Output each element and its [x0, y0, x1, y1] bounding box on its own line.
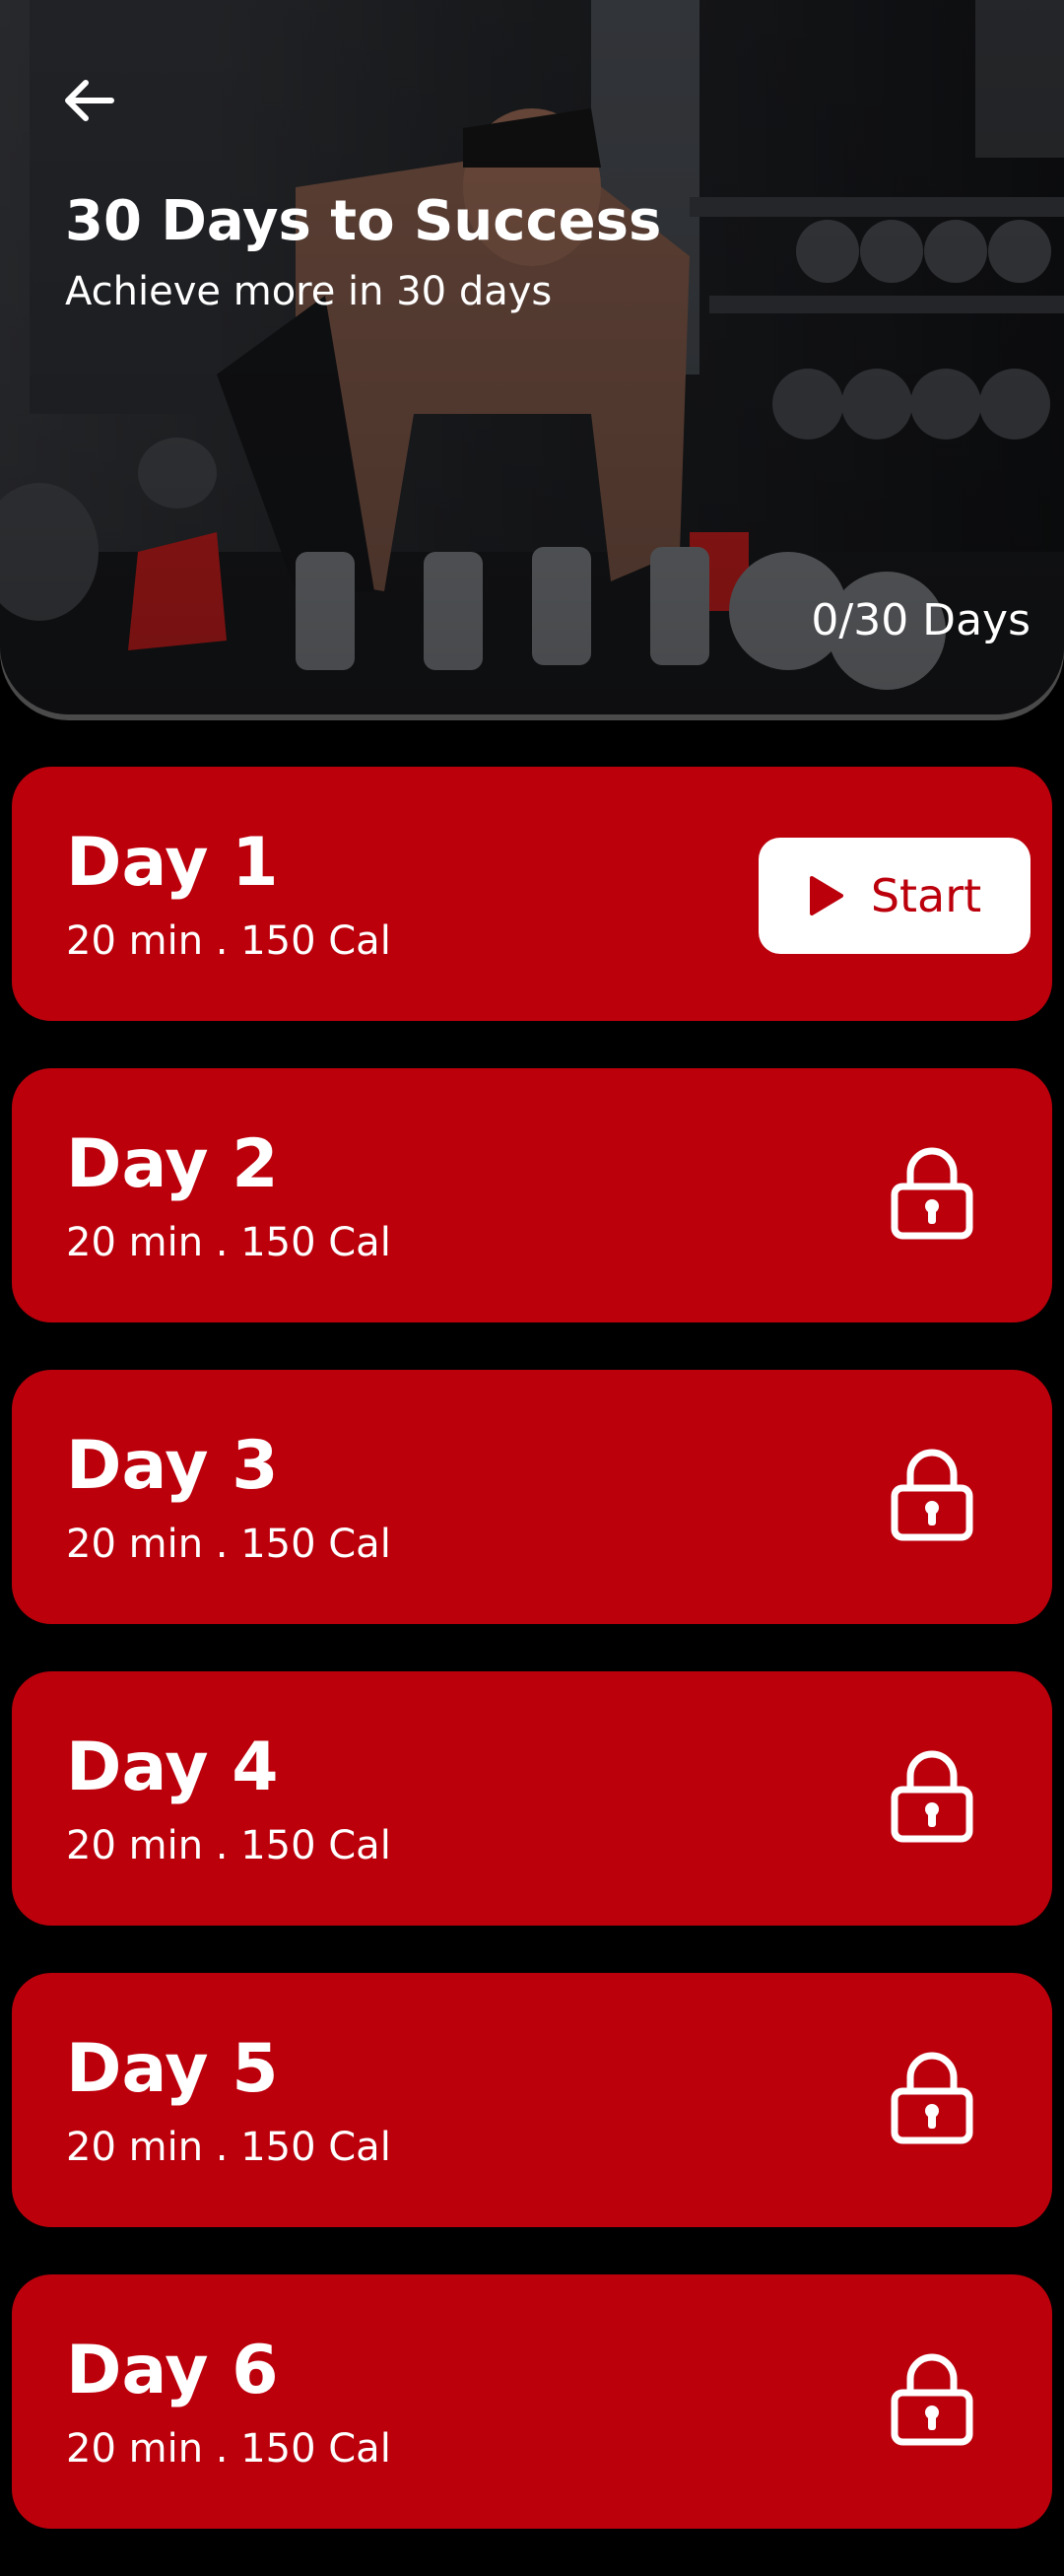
day-card-4[interactable]: Day 4 20 min . 150 Cal [12, 1671, 1052, 1926]
start-button-label: Start [870, 869, 982, 922]
day-meta: 20 min . 150 Cal [66, 1220, 391, 1265]
day-card-1[interactable]: Day 1 20 min . 150 Cal Start [12, 767, 1052, 1021]
day-card-5[interactable]: Day 5 20 min . 150 Cal [12, 1973, 1052, 2227]
play-icon [809, 876, 843, 915]
page-title: 30 Days to Success [65, 189, 662, 253]
day-meta: 20 min . 150 Cal [66, 2125, 391, 2170]
lock-icon [891, 2052, 973, 2144]
lock-icon [891, 1147, 973, 1240]
progress-counter: 0/30 Days [811, 595, 1031, 645]
arrow-left-icon [65, 80, 114, 121]
hero-header: 30 Days to Success Achieve more in 30 da… [0, 0, 1064, 714]
day-title: Day 4 [66, 1729, 279, 1806]
day-title: Day 5 [66, 2030, 279, 2108]
lock-icon [891, 1750, 973, 1843]
day-meta: 20 min . 150 Cal [66, 918, 391, 964]
lock-icon [891, 2353, 973, 2446]
lock-icon [891, 1449, 973, 1541]
day-title: Day 2 [66, 1125, 279, 1203]
day-card-3[interactable]: Day 3 20 min . 150 Cal [12, 1370, 1052, 1624]
day-title: Day 3 [66, 1427, 279, 1505]
day-card-6[interactable]: Day 6 20 min . 150 Cal [12, 2274, 1052, 2529]
day-meta: 20 min . 150 Cal [66, 1522, 391, 1567]
day-list: Day 1 20 min . 150 Cal Start Day 2 20 mi… [12, 767, 1052, 2576]
page-subtitle: Achieve more in 30 days [65, 269, 553, 314]
start-button[interactable]: Start [759, 838, 1031, 954]
day-meta: 20 min . 150 Cal [66, 2426, 391, 2472]
day-meta: 20 min . 150 Cal [66, 1823, 391, 1868]
day-title: Day 6 [66, 2332, 279, 2409]
day-title: Day 1 [66, 824, 279, 902]
back-button[interactable] [57, 71, 120, 130]
day-card-2[interactable]: Day 2 20 min . 150 Cal [12, 1068, 1052, 1322]
